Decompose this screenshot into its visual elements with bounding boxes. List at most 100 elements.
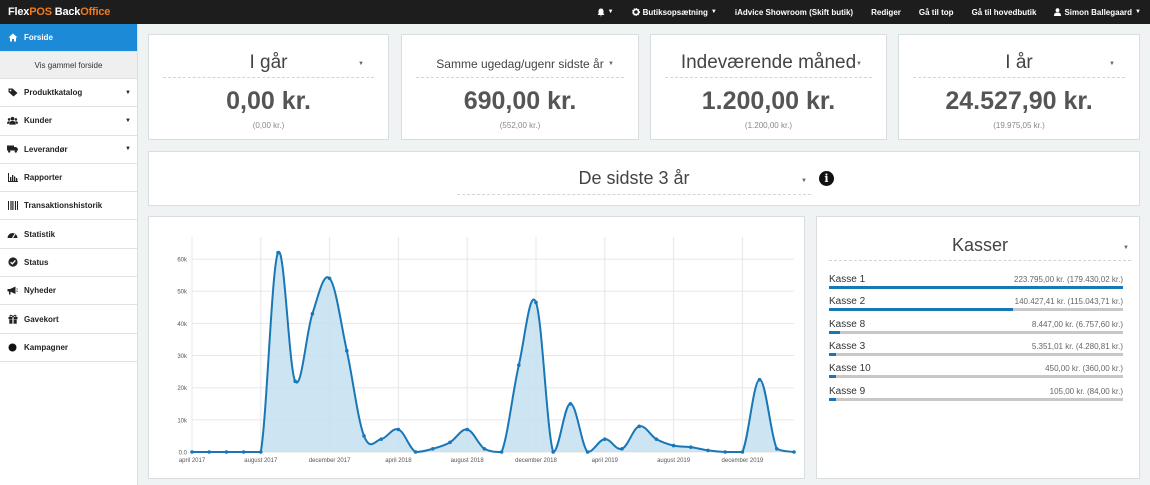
x-tick-label: december 2019 <box>722 458 764 464</box>
dashboard-icon <box>7 230 18 239</box>
chart-data-point <box>637 424 641 429</box>
sidebar-item-label: Nyheder <box>24 286 57 296</box>
sidebar-item-label: Status <box>24 257 49 267</box>
kpi-previous-value: (552,00 kr.) <box>499 121 541 130</box>
kasse-row[interactable]: Kasse 3 5.351,01 kr. (4.280,81 kr.) <box>829 340 1123 362</box>
logo-text-office: Office <box>80 6 111 18</box>
kasse-progress-bar <box>829 375 1123 379</box>
kasse-value: 105,00 kr. (84,00 kr.) <box>1049 386 1123 396</box>
user-name: Simon Ballegaard <box>1064 7 1133 17</box>
notifications-menu[interactable]: ▼ <box>597 8 614 17</box>
chevron-down-icon: ▼ <box>856 61 862 67</box>
sidebar-item-label: Forside <box>24 33 53 42</box>
kasser-select[interactable]: Kasser ▼ <box>829 235 1131 261</box>
kasse-row[interactable]: Kasse 9 105,00 kr. (84,00 kr.) <box>829 385 1123 407</box>
chart-data-point <box>585 450 590 454</box>
gear-icon <box>631 8 640 16</box>
sidebar-item-leverandor[interactable]: Leverandør ▼ <box>0 136 137 164</box>
kpi-period-select[interactable]: Samme ugedag/ugenr sidste år ▼ <box>416 52 624 78</box>
period-selector-card: De sidste 3 år ▼ i <box>148 151 1140 206</box>
kpi-previous-value: (0,00 kr.) <box>252 121 285 130</box>
chart-data-point <box>413 450 418 454</box>
kasse-progress-bar <box>829 352 1123 356</box>
bar-chart-icon <box>7 173 18 183</box>
barcode-icon <box>7 201 18 211</box>
x-tick-label: august 2018 <box>451 458 485 464</box>
kasse-progress-fill <box>829 397 837 401</box>
sidebar-item-statistik[interactable]: Statistik <box>0 220 137 249</box>
kasse-name: Kasse 1 <box>829 274 866 285</box>
kasse-row[interactable]: Kasse 1 223.795,00 kr. (179.430,02 kr.) <box>829 273 1123 295</box>
kpi-card-current-month: Indeværende måned ▼ 1.200,00 kr. (1.200,0… <box>650 34 887 140</box>
chart-data-point <box>259 450 263 454</box>
period-select[interactable]: De sidste 3 år ▼ <box>457 168 811 195</box>
sidebar-item-label: Kampagner <box>24 342 69 352</box>
chevron-down-icon: ▼ <box>125 146 131 153</box>
sidebar-item-rapporter[interactable]: Rapporter <box>0 164 137 193</box>
sidebar-item-label: Statistik <box>24 229 56 239</box>
user-menu[interactable]: Simon Ballegaard ▼ <box>1054 8 1141 17</box>
chevron-down-icon: ▼ <box>125 117 131 124</box>
kasse-progress-fill <box>829 375 837 379</box>
chevron-down-icon: ▼ <box>358 61 364 67</box>
y-tick-label: 10k <box>177 418 188 424</box>
chart-data-point <box>723 450 727 454</box>
sidebar-item-nyheder[interactable]: Nyheder <box>0 277 137 306</box>
x-tick-label: august 2019 <box>657 458 691 464</box>
chart-data-point <box>499 450 504 454</box>
kpi-period-select[interactable]: I går ▼ <box>163 52 374 78</box>
kasse-row[interactable]: Kasse 10 450,00 kr. (360,00 kr.) <box>829 362 1123 384</box>
circle-icon <box>7 343 18 352</box>
go-to-main-store-label: Gå til hovedbutik <box>971 7 1037 17</box>
kpi-previous-value: (19.975,05 kr.) <box>993 121 1045 130</box>
kpi-title: Indeværende måned <box>680 52 857 73</box>
switch-store-link[interactable]: iAdvice Showroom (Skift butik) <box>735 8 853 17</box>
chart-data-point <box>534 300 538 305</box>
chevron-down-icon: ▼ <box>1109 61 1115 67</box>
chart-data-point <box>482 446 487 451</box>
sidebar-item-kampagner[interactable]: Kampagner <box>0 334 137 362</box>
edit-link[interactable]: Rediger <box>871 8 901 17</box>
y-tick-label: 0.0 <box>179 451 188 457</box>
y-tick-label: 50k <box>177 290 188 296</box>
y-tick-label: 60k <box>177 258 188 264</box>
kasse-progress-bar <box>829 286 1123 289</box>
kasse-row[interactable]: Kasse 2 140.427,41 kr. (115.043,71 kr.) <box>829 295 1123 317</box>
app-logo[interactable]: FlexPOS BackOffice <box>0 6 110 18</box>
bullhorn-icon <box>7 286 18 295</box>
store-setup-menu[interactable]: Butiksopsætning ▼ <box>631 7 717 17</box>
sidebar-item-forside[interactable]: Forside <box>0 24 137 52</box>
sidebar-item-status[interactable]: Status <box>0 249 137 278</box>
kasse-name: Kasse 8 <box>829 318 866 330</box>
x-tick-label: december 2018 <box>515 458 557 464</box>
chevron-down-icon: ▼ <box>1123 245 1129 251</box>
kpi-value: 24.527,90 kr. <box>945 87 1093 115</box>
kasse-progress-bar <box>829 330 1123 334</box>
go-to-top-link[interactable]: Gå til top <box>919 8 954 17</box>
kasse-progress-bar <box>829 308 1123 312</box>
info-icon[interactable]: i <box>819 171 834 186</box>
sidebar-item-vis-gammel-forside[interactable]: Vis gammel forside <box>0 52 137 79</box>
kpi-period-select[interactable]: I år ▼ <box>913 52 1125 78</box>
chart-data-point <box>620 446 624 451</box>
kpi-title: I går <box>249 52 288 73</box>
sidebar-item-kunder[interactable]: Kunder ▼ <box>0 107 137 136</box>
sidebar-item-label: Transaktionshistorik <box>24 201 103 211</box>
kpi-period-select[interactable]: Indeværende måned ▼ <box>665 52 872 78</box>
chart-data-point <box>431 446 435 451</box>
sidebar-item-transaktionshistorik[interactable]: Transaktionshistorik <box>0 192 137 221</box>
x-tick-label: april 2018 <box>385 458 412 464</box>
sidebar-item-produktkatalog[interactable]: Produktkatalog ▼ <box>0 79 137 108</box>
go-to-main-store-link[interactable]: Gå til hovedbutik <box>972 8 1037 17</box>
kpi-card-this-year: I år ▼ 24.527,90 kr. (19.975,05 kr.) <box>898 34 1140 140</box>
kasse-row[interactable]: Kasse 8 8.447,00 kr. (6.757,60 kr.) <box>829 318 1123 340</box>
period-select-label: De sidste 3 år <box>578 168 690 188</box>
kpi-card-yesterday: I går ▼ 0,00 kr. (0,00 kr.) <box>148 34 389 140</box>
chevron-down-icon: ▼ <box>608 61 614 67</box>
store-setup-label: Butiksopsætning <box>642 7 708 17</box>
sidebar-item-gavekort[interactable]: Gavekort <box>0 305 137 334</box>
kasse-value: 5.351,01 kr. (4.280,81 kr.) <box>1031 341 1123 351</box>
sidebar: Forside Vis gammel forside Produktkatalo… <box>0 24 138 485</box>
kasse-name: Kasse 9 <box>829 385 866 397</box>
chart-data-point <box>757 377 762 382</box>
